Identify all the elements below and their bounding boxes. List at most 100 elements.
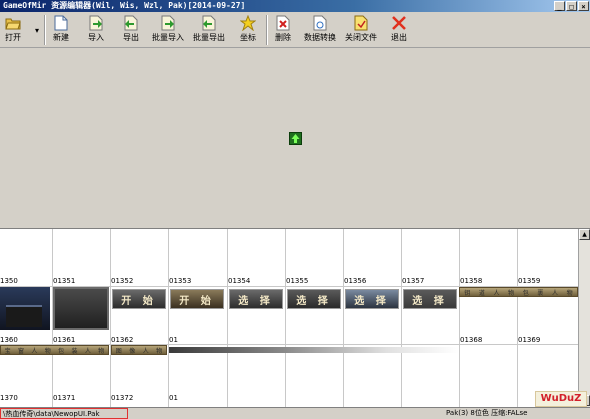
cell-label: 01359 <box>518 277 541 285</box>
status-file-path: \热血传奇\data\NewopUI.Pak <box>0 408 128 419</box>
coordinate-label: 坐标 <box>240 33 256 42</box>
thumbnail-night-scene[interactable] <box>0 287 50 330</box>
grid-line <box>401 229 402 407</box>
convert-label: 数据转换 <box>304 33 336 42</box>
status-bar: \热血传奇\data\NewopUI.Pak Pak(3) 8位色 压缩:FAL… <box>0 407 590 419</box>
title-bar: GameOfMir 资源编辑器(Wil, Wis, Wzl, Pak)[2014… <box>0 0 590 12</box>
import-button[interactable]: 导入 <box>87 14 105 43</box>
cell-label: 01352 <box>111 277 134 285</box>
close-file-button[interactable]: 关闭文件 <box>345 14 377 43</box>
grid-line <box>459 229 460 407</box>
ribbon-char: 物 <box>98 347 105 355</box>
cell-label: 01361 <box>53 336 76 344</box>
batch-import-label: 批量导入 <box>152 33 184 42</box>
delete-icon <box>274 14 292 32</box>
thumbnail-text: 选 择 <box>296 295 332 307</box>
ribbon-char: 图 <box>115 347 122 355</box>
cell-label: 01369 <box>518 336 541 344</box>
batch-import-button[interactable]: 批量导入 <box>152 14 184 43</box>
open-label: 打开 <box>5 33 21 42</box>
close-file-label: 关闭文件 <box>345 33 377 42</box>
open-button[interactable]: 打开 <box>4 14 22 43</box>
status-file-info: Pak(3) 8位色 压缩:FALse <box>446 409 528 417</box>
open-folder-icon <box>4 14 22 32</box>
export-button[interactable]: 导出 <box>122 14 140 43</box>
open-dropdown-icon[interactable]: ▾ <box>35 26 39 35</box>
minimize-button[interactable]: _ <box>554 1 565 11</box>
maximize-button[interactable]: □ <box>566 1 577 11</box>
ribbon-char: 宝 <box>4 347 11 355</box>
image-grid[interactable]: 开 始 开 始 选 择 选 择 选 择 选 择 钥 道 人 物 包 裹 人 物 … <box>0 229 578 407</box>
thumbnail-text: 选 择 <box>412 295 448 307</box>
ribbon-char: 物 <box>566 289 573 297</box>
grid-line <box>168 229 169 407</box>
thumbnail-text: 开 始 <box>179 295 215 307</box>
new-file-icon <box>52 14 70 32</box>
cell-label: 01354 <box>228 277 251 285</box>
batch-export-button[interactable]: 批量导出 <box>193 14 225 43</box>
ribbon-char: 装 <box>71 347 78 355</box>
thumbnail-select-button[interactable]: 选 择 <box>229 289 283 309</box>
ribbon-char: 物 <box>508 289 515 297</box>
cell-label: 01 <box>169 394 178 402</box>
toolbar: 打开 ▾ 新建 导入 导出 批量导入 批量导出 坐标 删除 数据转换 关闭文件 … <box>0 12 590 48</box>
thumbnail-ribbon[interactable]: 钥 道 人 物 包 裹 人 物 <box>459 287 578 297</box>
thumbnail-select-button[interactable]: 选 择 <box>403 289 457 309</box>
cell-label: 01358 <box>460 277 483 285</box>
thumbnail-text: 选 择 <box>354 295 390 307</box>
exit-button[interactable]: 退出 <box>390 14 408 43</box>
exit-icon <box>390 14 408 32</box>
cell-label: 01356 <box>344 277 367 285</box>
thumbnail-text: 开 始 <box>121 295 157 307</box>
ribbon-char: 道 <box>478 289 485 297</box>
ribbon-char: 物 <box>44 347 51 355</box>
export-label: 导出 <box>123 33 139 42</box>
thumbnail-gradient-bar[interactable] <box>169 347 459 353</box>
ribbon-char: 人 <box>493 289 500 297</box>
scroll-up-button[interactable]: ▲ <box>579 229 590 240</box>
thumbnail-select-button[interactable]: 选 择 <box>287 289 341 309</box>
ribbon-char: 包 <box>58 347 65 355</box>
cell-label: 01353 <box>169 277 192 285</box>
toolbar-separator <box>266 15 268 45</box>
batch-export-icon <box>200 14 218 32</box>
thumbnail-ribbon[interactable]: 宝 窗 人 物 包 装 人 物 <box>0 345 109 355</box>
grid-line <box>227 229 228 407</box>
thumbnail-start-button[interactable]: 开 始 <box>112 289 166 309</box>
export-icon <box>122 14 140 32</box>
cell-label: 1360 <box>0 336 18 344</box>
ribbon-char: 物 <box>156 347 163 355</box>
delete-button[interactable]: 删除 <box>274 14 292 43</box>
convert-icon <box>311 14 329 32</box>
ribbon-char: 包 <box>522 289 529 297</box>
close-file-icon <box>352 14 370 32</box>
watermark-logo: WuDuZ <box>535 391 587 407</box>
cell-label: 1350 <box>0 277 18 285</box>
exit-label: 退出 <box>391 33 407 42</box>
coordinate-button[interactable]: 坐标 <box>239 14 257 43</box>
grid-line <box>517 229 518 407</box>
vertical-scrollbar[interactable]: ▲ ▼ <box>578 229 590 407</box>
image-preview-area <box>0 48 590 229</box>
thumbnail-select-button[interactable]: 选 择 <box>345 289 399 309</box>
delete-label: 删除 <box>275 33 291 42</box>
new-button[interactable]: 新建 <box>52 14 70 43</box>
cell-label: 01355 <box>286 277 309 285</box>
thumbnail-start-button-hover[interactable]: 开 始 <box>170 289 224 309</box>
close-window-button[interactable]: × <box>578 1 589 11</box>
thumbnail-ribbon[interactable]: 图 像 人 物 <box>111 345 167 355</box>
ribbon-char: 窗 <box>18 347 25 355</box>
convert-button[interactable]: 数据转换 <box>304 14 336 43</box>
ribbon-char: 人 <box>31 347 38 355</box>
cell-label: 01362 <box>111 336 134 344</box>
grid-line <box>110 229 111 407</box>
thumbnail-stone-frame[interactable] <box>53 287 109 330</box>
grid-line <box>343 229 344 407</box>
cell-label: 01368 <box>460 336 483 344</box>
import-icon <box>87 14 105 32</box>
star-icon <box>239 14 257 32</box>
ribbon-char: 钥 <box>464 289 471 297</box>
import-label: 导入 <box>88 33 104 42</box>
batch-import-icon <box>159 14 177 32</box>
ribbon-char: 像 <box>129 347 136 355</box>
